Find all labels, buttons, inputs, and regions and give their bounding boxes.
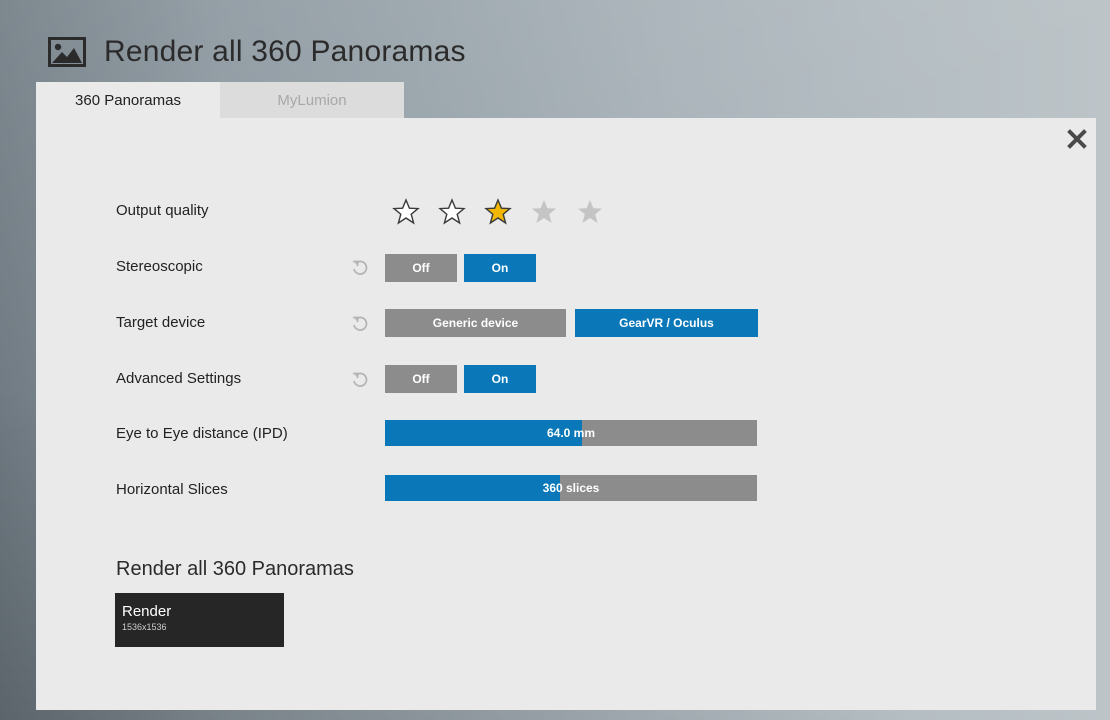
star-icon[interactable] (392, 198, 420, 226)
target-device-gearvr-button[interactable]: GearVR / Oculus (575, 309, 758, 337)
reset-icon[interactable] (351, 371, 369, 389)
slices-label: Horizontal Slices (116, 481, 228, 498)
slices-value: 360 slices (542, 481, 600, 495)
ipd-label: Eye to Eye distance (IPD) (116, 425, 288, 442)
image-icon (48, 37, 86, 67)
star-icon[interactable] (484, 198, 512, 226)
slices-slider[interactable]: 360 slices (385, 475, 757, 501)
stereoscopic-on-button[interactable]: On (464, 254, 536, 282)
tab-mylumion[interactable]: MyLumion (220, 82, 404, 118)
output-quality-rating[interactable] (392, 198, 622, 226)
tab-360-panoramas[interactable]: 360 Panoramas (36, 82, 220, 118)
target-device-label: Target device (116, 314, 206, 331)
render-button[interactable]: Render 1536x1536 (115, 593, 284, 647)
render-button-label: Render (122, 603, 172, 620)
advanced-off-button[interactable]: Off (385, 365, 457, 393)
reset-icon[interactable] (351, 259, 369, 277)
target-device-generic-button[interactable]: Generic device (385, 309, 566, 337)
star-icon[interactable] (438, 198, 466, 226)
render-resolution: 1536x1536 (122, 622, 167, 632)
window-title: Render all 360 Panoramas (104, 35, 466, 68)
tab-bar: 360 Panoramas MyLumion (36, 82, 404, 118)
star-icon[interactable] (530, 198, 558, 226)
advanced-settings-label: Advanced Settings (116, 370, 242, 387)
ipd-slider[interactable]: 64.0 mm (385, 420, 757, 446)
output-quality-label: Output quality (116, 202, 209, 219)
stereoscopic-off-button[interactable]: Off (385, 254, 457, 282)
window-header: Render all 360 Panoramas (48, 30, 466, 74)
star-icon[interactable] (576, 198, 604, 226)
ipd-value: 64.0 mm (546, 426, 596, 440)
stereoscopic-label: Stereoscopic (116, 258, 203, 275)
render-section-title: Render all 360 Panoramas (116, 558, 354, 580)
close-icon[interactable] (1066, 128, 1088, 150)
reset-icon[interactable] (351, 315, 369, 333)
advanced-on-button[interactable]: On (464, 365, 536, 393)
